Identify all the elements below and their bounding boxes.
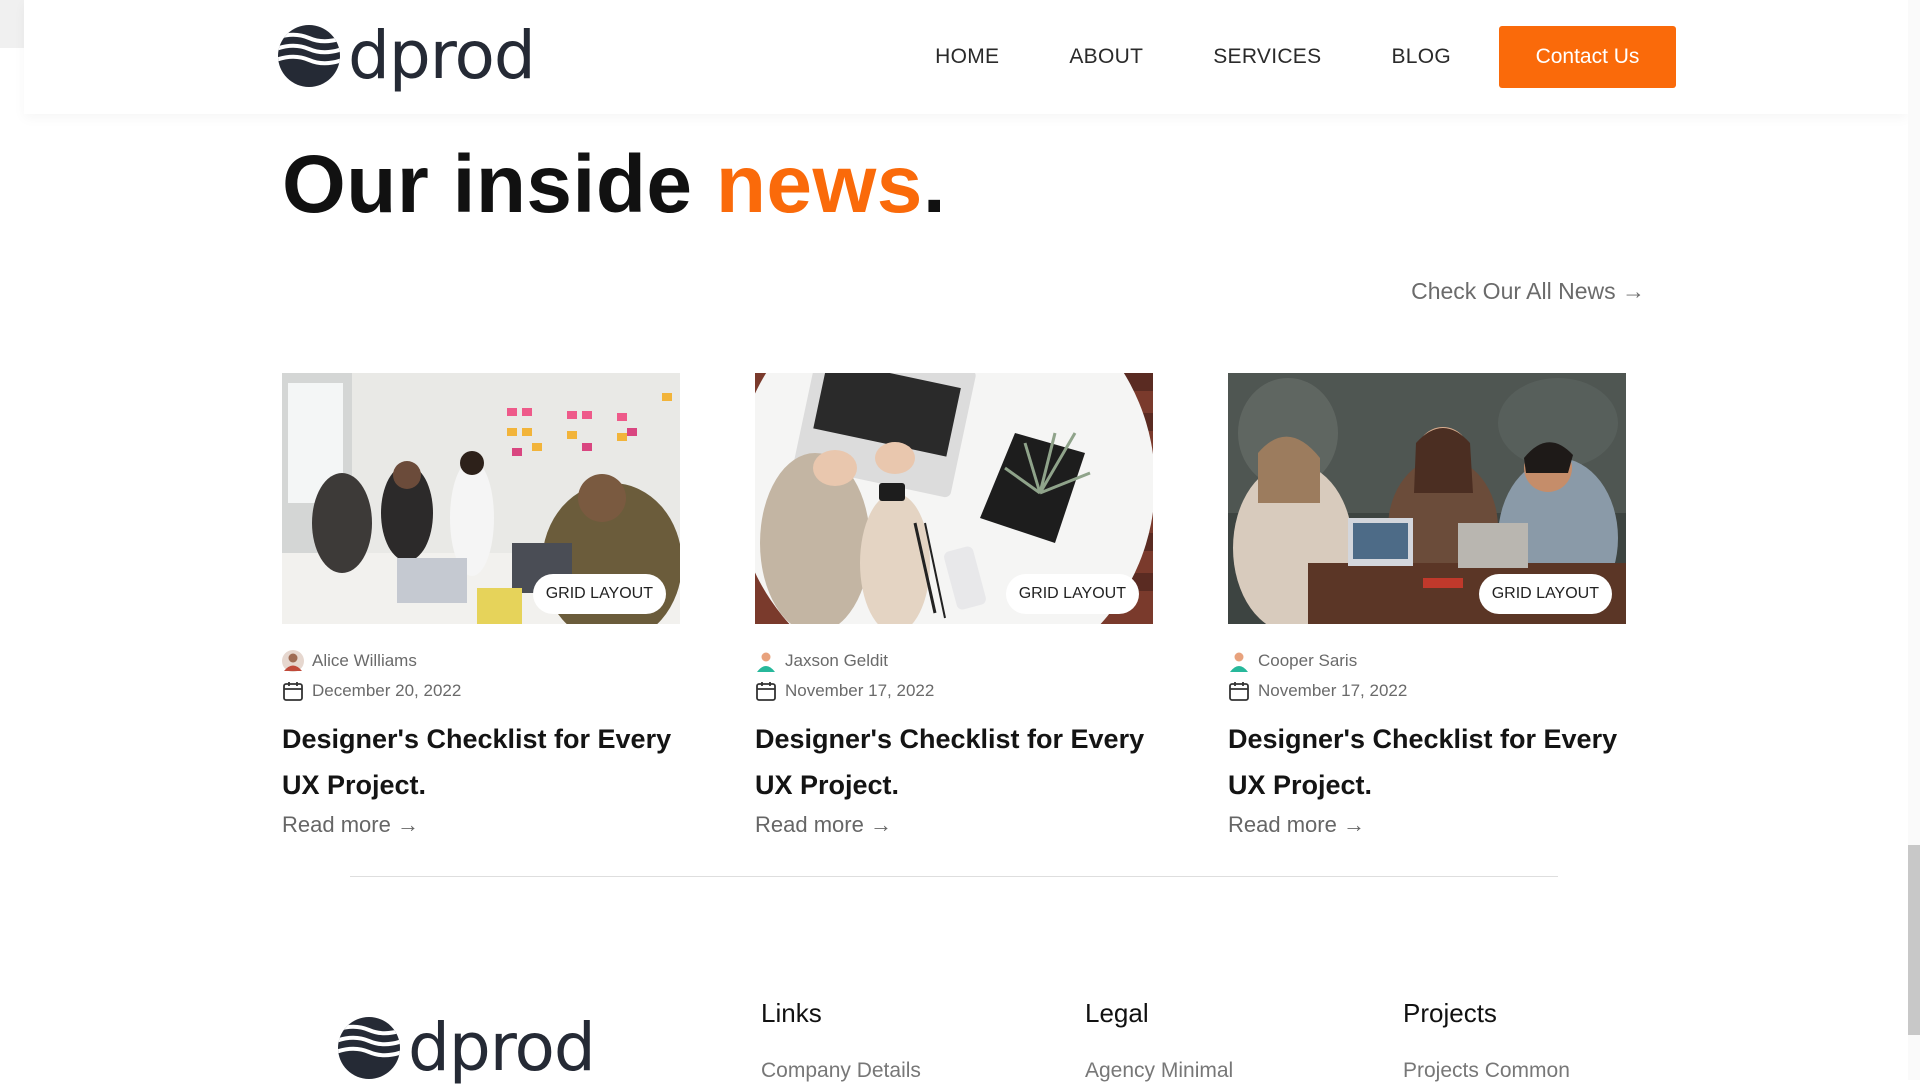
read-more-link[interactable]: Read more → bbox=[1228, 812, 1365, 838]
post-title[interactable]: Designer's Checklist for Every UX Projec… bbox=[755, 716, 1153, 808]
logo-wave-icon bbox=[278, 25, 340, 87]
card-image[interactable]: GRID LAYOUT bbox=[282, 373, 680, 624]
read-more-link[interactable]: Read more → bbox=[282, 812, 419, 838]
footer-link[interactable]: Company Details bbox=[761, 1059, 921, 1083]
news-card: GRID LAYOUT Alice Williams December 20, … bbox=[282, 373, 680, 838]
author-name: Alice Williams bbox=[312, 651, 417, 670]
logo-wave-icon bbox=[338, 1017, 400, 1079]
nav-services[interactable]: SERVICES bbox=[1213, 45, 1321, 69]
author-row: Jaxson Geldit bbox=[755, 650, 1153, 672]
logo-text: dprod bbox=[348, 17, 536, 94]
nav-blog[interactable]: BLOG bbox=[1391, 45, 1451, 69]
author-avatar-icon bbox=[755, 650, 777, 672]
calendar-icon bbox=[283, 682, 303, 701]
news-card: GRID LAYOUT Jaxson Geldit November 17, 2… bbox=[755, 373, 1153, 838]
category-badge[interactable]: GRID LAYOUT bbox=[532, 574, 666, 614]
nav-about[interactable]: ABOUT bbox=[1069, 45, 1143, 69]
main-nav: HOME ABOUT SERVICES BLOG Contact Us bbox=[935, 26, 1676, 88]
section-title-main: Our inside bbox=[282, 139, 716, 230]
footer-heading: Legal bbox=[1085, 998, 1149, 1028]
date-row: November 17, 2022 bbox=[755, 680, 1153, 702]
post-date: November 17, 2022 bbox=[785, 681, 935, 700]
post-title[interactable]: Designer's Checklist for Every UX Projec… bbox=[282, 716, 680, 808]
author-avatar-icon bbox=[282, 650, 304, 672]
footer-heading: Projects bbox=[1403, 998, 1497, 1028]
author-name: Jaxson Geldit bbox=[785, 651, 888, 670]
calendar-icon bbox=[1229, 682, 1249, 701]
author-avatar-icon bbox=[1228, 650, 1250, 672]
footer-logo[interactable]: dprod bbox=[338, 1009, 596, 1086]
nav-home[interactable]: HOME bbox=[935, 45, 999, 69]
footer-column-legal: Legal Agency Minimal bbox=[1085, 998, 1233, 1083]
card-image[interactable]: GRID LAYOUT bbox=[755, 373, 1153, 624]
author-name: Cooper Saris bbox=[1258, 651, 1358, 670]
footer-column-projects: Projects Projects Common bbox=[1403, 998, 1570, 1083]
contact-us-button[interactable]: Contact Us bbox=[1499, 26, 1676, 88]
site-header: dprod HOME ABOUT SERVICES BLOG Contact U… bbox=[24, 0, 1908, 114]
footer-column-links: Links Company Details bbox=[761, 998, 921, 1083]
footer-heading: Links bbox=[761, 998, 822, 1028]
news-card: GRID LAYOUT Cooper Saris November 17, 20… bbox=[1228, 373, 1626, 838]
footer-link[interactable]: Projects Common bbox=[1403, 1059, 1570, 1083]
card-image[interactable]: GRID LAYOUT bbox=[1228, 373, 1626, 624]
section-title-accent: news bbox=[715, 139, 923, 230]
category-badge[interactable]: GRID LAYOUT bbox=[1478, 574, 1612, 614]
post-date: November 17, 2022 bbox=[1258, 681, 1408, 700]
check-all-news-link[interactable]: Check Our All News → bbox=[1411, 278, 1645, 305]
section-divider bbox=[350, 876, 1558, 877]
section-title: Our inside news. bbox=[282, 138, 946, 232]
date-row: November 17, 2022 bbox=[1228, 680, 1626, 702]
post-date: December 20, 2022 bbox=[312, 681, 462, 700]
scrollbar-thumb[interactable] bbox=[1908, 845, 1920, 1035]
author-row: Alice Williams bbox=[282, 650, 680, 672]
logo-text: dprod bbox=[408, 1009, 596, 1086]
post-title[interactable]: Designer's Checklist for Every UX Projec… bbox=[1228, 716, 1626, 808]
page-edge bbox=[0, 0, 24, 48]
footer-link[interactable]: Agency Minimal bbox=[1085, 1059, 1233, 1083]
read-more-link[interactable]: Read more → bbox=[755, 812, 892, 838]
category-badge[interactable]: GRID LAYOUT bbox=[1005, 574, 1139, 614]
calendar-icon bbox=[756, 682, 776, 701]
author-row: Cooper Saris bbox=[1228, 650, 1626, 672]
header-logo[interactable]: dprod bbox=[278, 17, 536, 94]
section-title-end: . bbox=[922, 139, 947, 230]
date-row: December 20, 2022 bbox=[282, 680, 680, 702]
